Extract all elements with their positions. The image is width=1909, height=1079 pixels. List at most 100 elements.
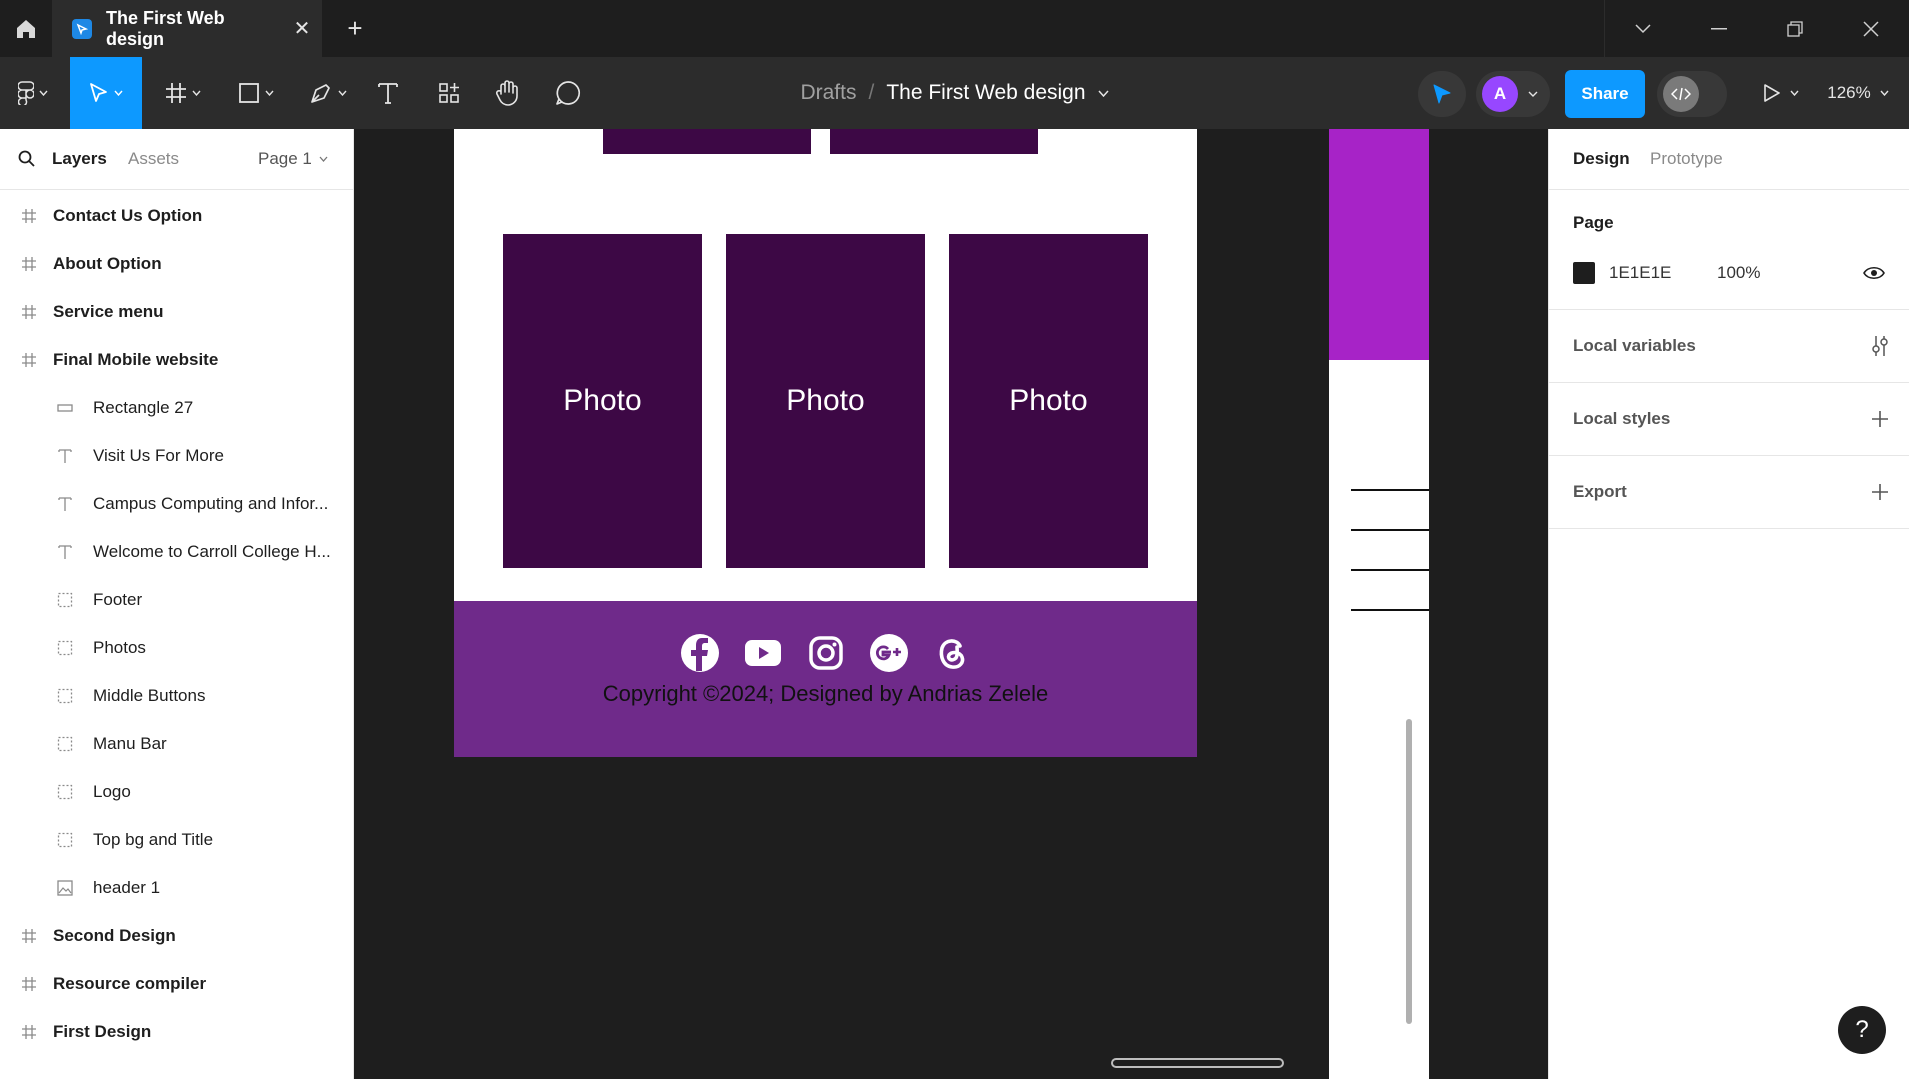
plus-icon[interactable] <box>1850 483 1909 501</box>
layer-label: Final Mobile website <box>53 350 219 369</box>
multiplayer-cursor-button[interactable] <box>1418 71 1466 117</box>
file-tab[interactable]: The First Web design ✕ <box>52 0 322 57</box>
menu-line <box>1351 529 1429 531</box>
eye-icon[interactable] <box>1863 266 1885 280</box>
photo-card[interactable]: Photo <box>726 234 925 568</box>
resources-tool-button[interactable] <box>428 57 470 129</box>
zoom-menu[interactable]: 126% <box>1818 57 1898 129</box>
layer-item[interactable]: Footer <box>0 576 353 624</box>
middle-button-right[interactable] <box>830 129 1038 154</box>
layer-item[interactable]: Rectangle 27 <box>0 384 353 432</box>
adjacent-frame[interactable] <box>1329 129 1429 1079</box>
layer-item[interactable]: Photos <box>0 624 353 672</box>
close-window-icon[interactable] <box>1833 0 1909 57</box>
layer-item[interactable]: Top bg and Title <box>0 816 353 864</box>
photo-card[interactable]: Photo <box>949 234 1148 568</box>
layer-label: Contact Us Option <box>53 206 203 225</box>
close-tab-icon[interactable]: ✕ <box>282 16 322 41</box>
local-styles-label: Local styles <box>1573 409 1671 428</box>
layer-item[interactable]: Service menu <box>0 288 353 336</box>
local-variables-section[interactable]: Local variables <box>1549 310 1909 383</box>
export-section[interactable]: Export <box>1549 456 1909 529</box>
layer-item[interactable]: Middle Buttons <box>0 672 353 720</box>
google-plus-icon[interactable] <box>869 633 909 673</box>
hand-tool-button[interactable] <box>486 57 530 129</box>
chevron-down-icon <box>39 90 48 96</box>
file-name[interactable]: The First Web design <box>886 81 1085 105</box>
breadcrumb-separator: / <box>868 81 875 104</box>
layer-label: Rectangle 27 <box>93 398 194 417</box>
tab-design[interactable]: Design <box>1573 149 1630 169</box>
canvas[interactable]: Photo Photo Photo Copyright ©2024; Desig… <box>354 129 1429 1079</box>
tab-assets[interactable]: Assets <box>128 149 179 169</box>
frame-hash-icon <box>14 1024 44 1040</box>
present-button[interactable] <box>1756 57 1806 129</box>
restore-icon[interactable] <box>1757 0 1833 57</box>
tab-layers[interactable]: Layers <box>52 149 107 169</box>
horizontal-scrollbar[interactable] <box>1111 1058 1284 1068</box>
footer[interactable]: Copyright ©2024; Designed by Andrias Zel… <box>454 601 1197 757</box>
help-button[interactable]: ? <box>1838 1006 1886 1054</box>
share-button[interactable]: Share <box>1565 70 1645 118</box>
facebook-icon[interactable] <box>680 633 720 673</box>
frame-hash-icon <box>14 352 44 368</box>
dev-mode-toggle[interactable] <box>1657 71 1727 117</box>
page-section: Page 1E1E1E 100% <box>1549 189 1909 310</box>
layer-item[interactable]: About Option <box>0 240 353 288</box>
layer-label: About Option <box>53 254 162 273</box>
layer-item[interactable]: header 1 <box>0 864 353 912</box>
layer-item[interactable]: First Design <box>0 1008 353 1056</box>
panel-tabs: Layers Assets Page 1 <box>0 129 353 190</box>
main-menu-button[interactable] <box>10 57 56 129</box>
photo-card[interactable]: Photo <box>503 234 702 568</box>
layer-item[interactable]: Manu Bar <box>0 720 353 768</box>
breadcrumb-drafts[interactable]: Drafts <box>800 81 856 105</box>
page-color-swatch[interactable] <box>1573 262 1595 284</box>
layer-item[interactable]: Contact Us Option <box>0 192 353 240</box>
search-icon[interactable] <box>18 150 36 168</box>
text-icon <box>378 83 398 104</box>
layer-item[interactable]: Logo <box>0 768 353 816</box>
layer-item[interactable]: Welcome to Carroll College H... <box>0 528 353 576</box>
user-menu-button[interactable]: A <box>1476 71 1550 117</box>
home-button[interactable] <box>0 0 52 57</box>
pen-icon <box>311 84 330 103</box>
minimize-icon[interactable] <box>1681 0 1757 57</box>
menu-line <box>1351 609 1429 611</box>
tab-prototype[interactable]: Prototype <box>1650 149 1723 169</box>
local-styles-section[interactable]: Local styles <box>1549 383 1909 456</box>
text-tool-button[interactable] <box>368 57 408 129</box>
layer-item[interactable]: Campus Computing and Infor... <box>0 480 353 528</box>
page-opacity[interactable]: 100% <box>1717 263 1760 283</box>
menu-line <box>1351 569 1429 571</box>
sliders-icon[interactable] <box>1850 335 1909 357</box>
layer-label: First Design <box>53 1022 152 1041</box>
layer-item[interactable]: Second Design <box>0 912 353 960</box>
chevron-down-icon[interactable] <box>1605 0 1681 57</box>
frame-tool-button[interactable] <box>158 57 208 129</box>
threads-icon[interactable] <box>932 633 972 673</box>
layer-item[interactable]: Final Mobile website <box>0 336 353 384</box>
page-selector[interactable]: Page 1 <box>258 149 328 169</box>
youtube-icon[interactable] <box>743 633 783 673</box>
zoom-level: 126% <box>1827 83 1871 102</box>
shape-tool-button[interactable] <box>228 57 284 129</box>
instagram-icon[interactable] <box>806 633 846 673</box>
group-icon <box>50 688 80 704</box>
layer-item[interactable]: Visit Us For More <box>0 432 353 480</box>
layer-label: Welcome to Carroll College H... <box>93 542 331 561</box>
vertical-scrollbar[interactable] <box>1406 719 1412 1024</box>
move-tool-button[interactable] <box>70 57 142 129</box>
page-color-hex[interactable]: 1E1E1E <box>1609 263 1671 283</box>
chevron-down-icon <box>192 90 201 96</box>
new-tab-button[interactable]: + <box>338 0 372 57</box>
layer-label: Footer <box>93 590 143 609</box>
layer-item[interactable]: Resource compiler <box>0 960 353 1008</box>
local-variables-label: Local variables <box>1573 336 1696 355</box>
layer-label: Logo <box>93 782 131 801</box>
figma-logo-icon <box>18 81 34 105</box>
plus-icon[interactable] <box>1850 410 1909 428</box>
comment-tool-button[interactable] <box>546 57 590 129</box>
middle-button-left[interactable] <box>603 129 811 154</box>
pen-tool-button[interactable] <box>300 57 356 129</box>
